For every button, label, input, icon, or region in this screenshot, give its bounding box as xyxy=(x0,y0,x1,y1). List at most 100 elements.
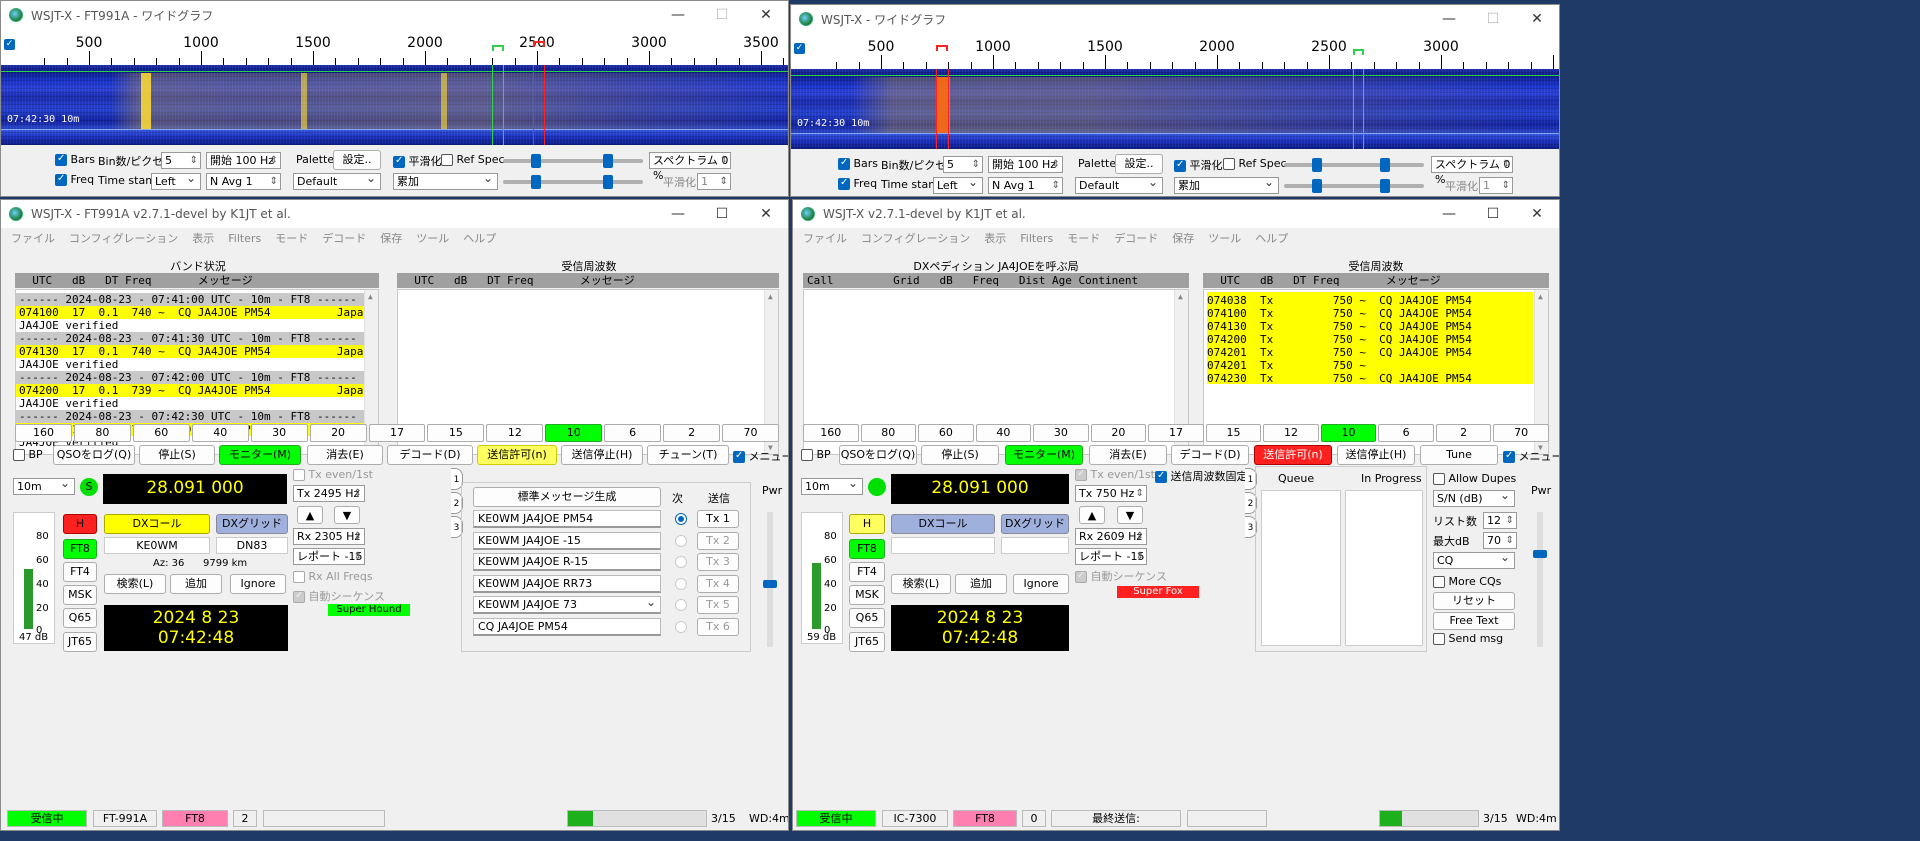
frequency-scale[interactable]: ✓ 500 1000 1500 2000 2500 3000 xyxy=(791,33,1559,69)
decode-line[interactable]: ------ 2024-08-23 - 07:41:00 UTC - 10m -… xyxy=(16,293,378,306)
decode-line[interactable]: ------ 2024-08-23 - 07:41:30 UTC - 10m -… xyxy=(16,332,378,345)
tx2-message[interactable]: KE0WM JA4JOE -15 xyxy=(473,531,661,550)
band-button-6[interactable]: 6 xyxy=(1378,424,1434,442)
freq-checkbox[interactable] xyxy=(55,173,67,186)
rx-freq-spin[interactable]: Rx 2609 Hz xyxy=(1075,528,1147,545)
menu-save[interactable]: 保存 xyxy=(380,230,402,246)
tx3-next-radio[interactable] xyxy=(675,556,687,568)
add-button[interactable]: 追加 xyxy=(955,574,1007,594)
tx-line[interactable]: 074201 Tx 750 ~ xyxy=(1204,359,1548,372)
ft8-button[interactable]: FT8 xyxy=(63,539,97,559)
msk-button[interactable]: MSK xyxy=(63,585,97,605)
tx4-message[interactable]: KE0WM JA4JOE RR73 xyxy=(473,574,661,593)
menu-config[interactable]: コンフィグレーション xyxy=(69,230,178,246)
erase-button[interactable]: 消去(E) xyxy=(1089,445,1167,465)
tx-freq-spin[interactable]: Tx 2495 Hz xyxy=(293,485,365,502)
maximize-icon[interactable]: ☐ xyxy=(700,200,744,228)
binpx-spin[interactable]: 5 xyxy=(943,156,983,173)
menu-tools[interactable]: ツール xyxy=(1208,230,1241,246)
tx-even-checkbox[interactable] xyxy=(1075,468,1087,481)
ft4-button[interactable]: FT4 xyxy=(63,562,97,582)
maximize-icon[interactable]: ☐ xyxy=(700,1,744,29)
band-button-70[interactable]: 70 xyxy=(1493,424,1549,442)
h-button[interactable]: H xyxy=(849,514,885,534)
menu-help[interactable]: ヘルプ xyxy=(1255,230,1288,246)
binpx-spin[interactable]: 5 xyxy=(161,152,201,169)
dx-grid-field[interactable] xyxy=(1001,537,1069,554)
jt65-button[interactable]: JT65 xyxy=(63,632,97,652)
tx-up-button[interactable]: ▲ xyxy=(1079,506,1105,524)
band-button-17[interactable]: 17 xyxy=(368,424,426,442)
settings-button[interactable]: 設定.. xyxy=(1115,154,1163,174)
band-button-30[interactable]: 30 xyxy=(250,424,308,442)
menu-save[interactable]: 保存 xyxy=(1172,230,1194,246)
rx-freq-spin[interactable]: Rx 2305 Hz xyxy=(293,528,365,545)
in-progress-list[interactable] xyxy=(1345,490,1423,646)
tx-line[interactable]: 074200 Tx 750 ~ CQ JA4JOE PM54 xyxy=(1204,333,1548,346)
q65-button[interactable]: Q65 xyxy=(63,608,97,628)
bars-checkbox[interactable] xyxy=(838,157,850,170)
lookup-button[interactable]: 検索(L) xyxy=(891,574,951,594)
halt-tx-button[interactable]: 送信停止(H) xyxy=(561,445,643,465)
close-icon[interactable]: ✕ xyxy=(1515,5,1559,33)
palette-select[interactable]: Default xyxy=(293,171,381,190)
minimize-icon[interactable]: — xyxy=(656,1,700,29)
tx6-message[interactable]: CQ JA4JOE PM54 xyxy=(473,617,661,636)
list-count-spin[interactable]: 12 xyxy=(1483,512,1517,529)
cq-select[interactable]: CQ xyxy=(1433,550,1515,569)
maximize-icon[interactable]: ☐ xyxy=(1471,5,1515,33)
tx-freq-spin[interactable]: Tx 750 Hz xyxy=(1075,485,1147,502)
tx6-next-radio[interactable] xyxy=(675,620,687,633)
band-button-15[interactable]: 15 xyxy=(427,424,485,442)
bp-checkbox[interactable] xyxy=(13,449,25,461)
menu-mode[interactable]: モード xyxy=(275,230,308,246)
tx-line[interactable]: 074230 Tx 750 ~ CQ JA4JOE PM54 xyxy=(1204,372,1548,385)
band-button-40[interactable]: 40 xyxy=(975,424,1032,442)
smooth-checkbox[interactable] xyxy=(393,155,405,168)
dx-grid-button[interactable]: DXグリッド xyxy=(1001,514,1069,534)
max-db-spin[interactable]: 70 xyxy=(1483,532,1517,549)
waterfall[interactable]: 07:42:30 10m xyxy=(1,65,788,145)
tx2-button[interactable]: Tx 2 xyxy=(697,531,739,550)
msk-button[interactable]: MSK xyxy=(849,585,885,605)
settings-button[interactable]: 設定.. xyxy=(333,150,381,170)
menu-filters[interactable]: Filters xyxy=(228,232,261,245)
more-cqs-checkbox[interactable] xyxy=(1433,576,1445,588)
navg-spin[interactable]: N Avg 1 xyxy=(206,173,281,190)
decode-button[interactable]: デコード(D) xyxy=(1171,445,1249,465)
mode-select[interactable]: 累加 xyxy=(1174,175,1279,194)
menu-checkbox[interactable] xyxy=(1503,450,1515,463)
decode-line[interactable]: 074100 17 0.1 740 ~ CQ JA4JOE PM54 Japan xyxy=(16,306,378,319)
log-qso-button[interactable]: QSOをログ(Q) xyxy=(53,445,135,465)
band-button-2[interactable]: 2 xyxy=(1435,424,1492,442)
menu-file[interactable]: ファイル xyxy=(803,230,847,246)
menu-checkbox[interactable] xyxy=(733,450,745,463)
band-button-160[interactable]: 160 xyxy=(803,424,859,442)
lookup-button[interactable]: 検索(L) xyxy=(104,574,166,594)
auto-seq-checkbox[interactable] xyxy=(1075,570,1087,583)
monitor-button[interactable]: モニター(M) xyxy=(1005,445,1083,465)
dx-call-field[interactable] xyxy=(891,537,995,554)
erase-button[interactable]: 消去(E) xyxy=(307,445,383,465)
ignore-button[interactable]: Ignore xyxy=(230,574,286,594)
maximize-icon[interactable]: ☐ xyxy=(1471,200,1515,228)
decode-line[interactable]: ------ 2024-08-23 - 07:42:00 UTC - 10m -… xyxy=(16,371,378,384)
smooth-checkbox[interactable] xyxy=(1174,159,1186,172)
band-button-10[interactable]: 10 xyxy=(545,424,603,442)
refspec-checkbox[interactable] xyxy=(1223,158,1235,170)
dx-grid-field[interactable]: DN83 xyxy=(216,537,288,554)
mode-select[interactable]: 累加 xyxy=(393,171,498,190)
decode-line[interactable]: JA4JOE verified xyxy=(16,319,378,332)
band-button-2[interactable]: 2 xyxy=(663,424,721,442)
tx4-button[interactable]: Tx 4 xyxy=(697,574,739,593)
queue-list[interactable] xyxy=(1261,490,1341,646)
tune-button[interactable]: チューン(T) xyxy=(647,445,729,465)
ft8-button[interactable]: FT8 xyxy=(849,539,885,559)
tx5-next-radio[interactable] xyxy=(675,599,687,611)
tx-down-button[interactable]: ▼ xyxy=(334,506,360,524)
tx1-button[interactable]: Tx 1 xyxy=(697,510,739,528)
ignore-button[interactable]: Ignore xyxy=(1013,574,1069,594)
tune-button[interactable]: Tune xyxy=(1420,445,1498,465)
tx1-message[interactable]: KE0WM JA4JOE PM54 xyxy=(473,510,661,528)
tx3-message[interactable]: KE0WM JA4JOE R-15 xyxy=(473,553,661,571)
